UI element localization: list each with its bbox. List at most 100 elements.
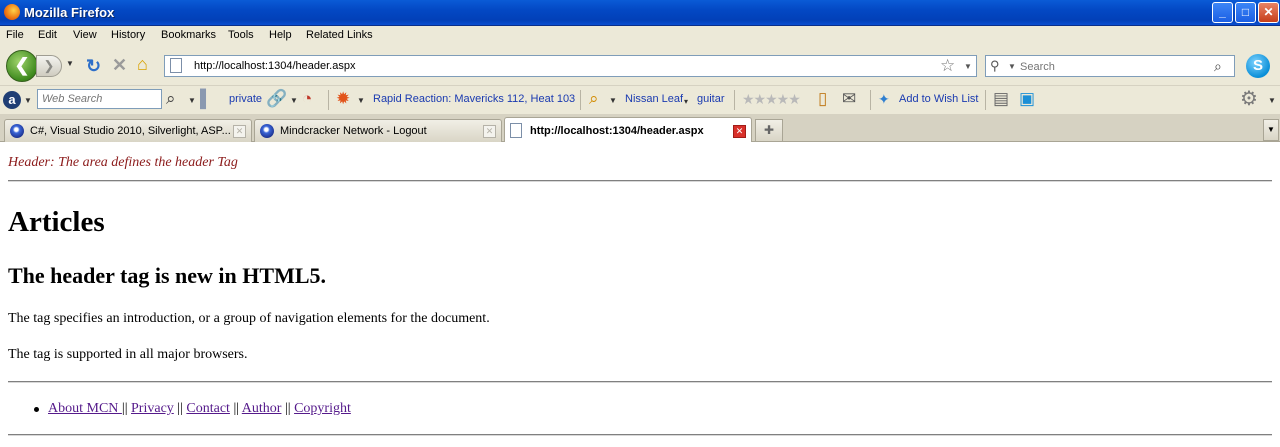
divider (8, 434, 1272, 436)
menu-tools[interactable]: Tools (228, 29, 254, 41)
rating-stars-icon[interactable]: ★★★★★ (742, 91, 801, 108)
tab-label: http://localhost:1304/header.aspx (530, 125, 704, 137)
amazon-icon[interactable]: a (3, 91, 21, 109)
copyright-link[interactable]: Copyright (294, 401, 351, 416)
tab-header-aspx[interactable]: http://localhost:1304/header.aspx ✕ (504, 117, 752, 143)
menu-file[interactable]: File (6, 29, 24, 41)
window-title: Mozilla Firefox (24, 5, 115, 20)
reload-icon[interactable]: ↻ (86, 57, 101, 75)
page-content: Header: The area defines the header Tag … (0, 142, 1280, 447)
navigation-toolbar: ❮ ❯ ▼ ↻ ✕ ⌂ http://localhost:1304/header… (0, 46, 1280, 86)
search-engine-icon[interactable]: ⚲ (990, 58, 1000, 74)
divider (8, 180, 1272, 182)
url-dropdown-icon[interactable]: ▼ (964, 62, 972, 71)
menu-edit[interactable]: Edit (38, 29, 57, 41)
tab-close-icon[interactable]: ✕ (733, 125, 746, 138)
bookmark-star-icon[interactable]: ☆ (940, 56, 955, 76)
menu-bookmarks[interactable]: Bookmarks (161, 29, 216, 41)
twitter-icon[interactable]: ▣ (1019, 89, 1035, 109)
magnifier-icon[interactable]: ⌕ (166, 89, 176, 109)
stop-icon[interactable]: ✕ (112, 56, 127, 74)
forward-button[interactable]: ❯ (36, 55, 62, 77)
toolbar-separator (985, 90, 986, 110)
tab-mindcracker[interactable]: Mindcracker Network - Logout ✕ (254, 119, 502, 142)
nissan-leaf-link[interactable]: Nissan Leaf (625, 93, 683, 105)
card-icon[interactable]: ▤ (993, 89, 1009, 109)
firefox-icon (4, 4, 20, 20)
privacy-link[interactable]: Privacy (131, 401, 174, 416)
paragraph: The tag is supported in all major browse… (8, 347, 248, 362)
search-go-icon[interactable]: ⌕ (1214, 58, 1222, 75)
flame-icon[interactable]: ✹ (336, 89, 350, 109)
timer-icon[interactable]: ◔ (302, 89, 312, 109)
footer-separator: || (233, 401, 240, 416)
addon-toolbar: a ▼ ⌕ ▼ ▌ private 🔗 ▼ ◔ ✹ ▼ Rapid Reacti… (0, 86, 1280, 114)
footer-links: About MCN || Privacy || Contact || Autho… (48, 401, 351, 417)
contact-link[interactable]: Contact (186, 401, 230, 416)
search-tool-icon[interactable]: ⌕ (589, 89, 599, 109)
link-dropdown-icon[interactable]: ▼ (290, 96, 298, 105)
window-titlebar: Mozilla Firefox _ □ ✕ (0, 0, 1280, 26)
skype-icon[interactable]: S (1246, 54, 1270, 78)
web-search-box[interactable] (37, 89, 162, 109)
page-title: Articles (8, 206, 105, 238)
tab-close-icon[interactable]: ✕ (483, 125, 496, 138)
minimize-button[interactable]: _ (1212, 2, 1233, 23)
address-bar[interactable]: http://localhost:1304/header.aspx ☆ ▼ (164, 55, 977, 77)
rapid-reaction-link[interactable]: Rapid Reaction: Mavericks 112, Heat 103 (373, 93, 575, 105)
private-link[interactable]: private (229, 93, 262, 105)
list-bullet (34, 407, 39, 412)
divider (8, 381, 1272, 383)
magnifier-dropdown-icon[interactable]: ▼ (188, 96, 196, 105)
bar-chart-icon[interactable]: ▌ (200, 89, 212, 109)
search-engine-dropdown-icon[interactable]: ▼ (1008, 62, 1016, 71)
footer-separator: || (177, 401, 183, 416)
history-dropdown-icon[interactable]: ▼ (66, 59, 74, 68)
menu-help[interactable]: Help (269, 29, 292, 41)
nissan-leaf-dropdown-icon[interactable]: ▾ (684, 97, 688, 106)
maximize-button[interactable]: □ (1235, 2, 1256, 23)
amazon-dropdown-icon[interactable]: ▼ (24, 96, 32, 105)
page-subtitle: The header tag is new in HTML5. (8, 263, 327, 288)
tab-bar: C#, Visual Studio 2010, Silverlight, ASP… (0, 114, 1280, 143)
guitar-link[interactable]: guitar (697, 93, 725, 105)
header-text: Header: The area defines the header Tag (8, 155, 238, 170)
footer-separator: || (284, 401, 291, 416)
url-text[interactable]: http://localhost:1304/header.aspx (194, 60, 355, 72)
about-mcn-link[interactable]: About MCN (48, 401, 122, 416)
gear-dropdown-icon[interactable]: ▼ (1268, 96, 1276, 105)
tab-label: Mindcracker Network - Logout (280, 125, 427, 137)
flame-dropdown-icon[interactable]: ▼ (357, 96, 365, 105)
tab-list-button[interactable]: ▼ (1263, 119, 1279, 141)
toolbar-separator (734, 90, 735, 110)
page-icon (170, 58, 182, 73)
search-input[interactable] (1020, 59, 1210, 74)
tab-close-icon[interactable]: ✕ (233, 125, 246, 138)
menu-bar: File Edit View History Bookmarks Tools H… (0, 26, 1280, 46)
sparkle-icon: ✦ (878, 91, 890, 107)
web-search-input[interactable] (38, 90, 161, 108)
page-icon (510, 123, 522, 138)
paragraph: The tag specifies an introduction, or a … (8, 311, 490, 326)
search-tool-dropdown-icon[interactable]: ▼ (609, 96, 617, 105)
notebook-icon[interactable]: ▯ (818, 89, 827, 109)
wish-list-link[interactable]: Add to Wish List (899, 93, 978, 105)
link-icon[interactable]: 🔗 (266, 89, 287, 109)
toolbar-separator (328, 90, 329, 110)
mail-icon[interactable]: ✉ (842, 89, 856, 109)
tab-label: C#, Visual Studio 2010, Silverlight, ASP… (30, 125, 230, 137)
home-icon[interactable]: ⌂ (137, 55, 148, 73)
toolbar-separator (580, 90, 581, 110)
site-favicon-icon (260, 124, 274, 138)
gear-icon[interactable]: ⚙ (1240, 89, 1258, 109)
footer-separator: || (121, 401, 128, 416)
menu-history[interactable]: History (111, 29, 145, 41)
back-button[interactable]: ❮ (6, 50, 38, 82)
menu-view[interactable]: View (73, 29, 97, 41)
search-box[interactable]: ⚲ ▼ ⌕ (985, 55, 1235, 77)
menu-related-links[interactable]: Related Links (306, 29, 373, 41)
author-link[interactable]: Author (242, 401, 282, 416)
tab-csharp[interactable]: C#, Visual Studio 2010, Silverlight, ASP… (4, 119, 252, 142)
new-tab-button[interactable]: ✚ (755, 119, 783, 141)
close-window-button[interactable]: ✕ (1258, 2, 1279, 23)
